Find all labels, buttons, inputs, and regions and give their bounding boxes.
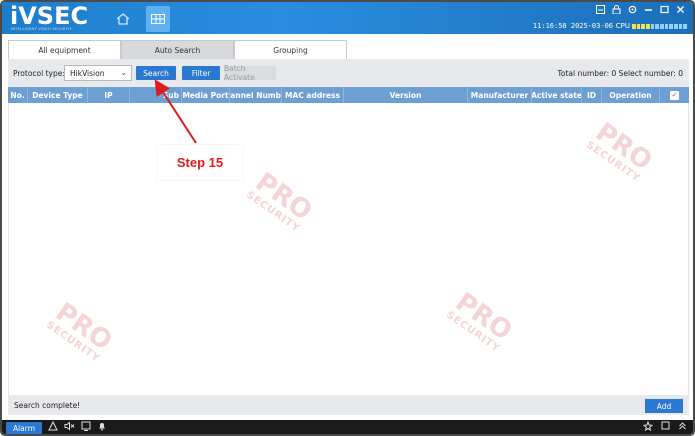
search-button[interactable]: Search [136, 66, 176, 80]
bottom-icons [48, 420, 107, 434]
home-icon[interactable] [112, 8, 134, 30]
cpu-bar-segment [636, 24, 641, 29]
add-button[interactable]: Add [645, 399, 683, 413]
app-window: iVSEC INTELLIGENT VIDEO SECURITY 11:16:5… [0, 0, 695, 436]
col-manufacturer[interactable]: Manufacturer [468, 87, 532, 103]
warning-icon[interactable] [48, 420, 58, 434]
protocol-type-label: Protocol type: [13, 69, 65, 78]
bell-icon[interactable] [97, 421, 107, 434]
total-select-counts: Total number: 0 Select number: 0 [557, 69, 683, 78]
alarm-button[interactable]: Alarm [6, 422, 42, 434]
col-id[interactable]: ID [582, 87, 602, 103]
col-ip[interactable]: IP [88, 87, 130, 103]
col-version[interactable]: Version [344, 87, 468, 103]
select-all-checkbox[interactable]: ✓ [670, 90, 679, 100]
filter-button[interactable]: Filter [182, 66, 220, 80]
watermark: PRO SECURITY [444, 287, 518, 355]
select-all-cell: ✓ [660, 87, 689, 103]
watermark: PRO SECURITY [244, 167, 318, 235]
tab-bar: All equipment Auto Search Grouping [8, 40, 347, 59]
batch-activate-button[interactable]: Batch Activate [224, 64, 276, 82]
col-device-type[interactable]: Device Type [28, 87, 88, 103]
settings-icon[interactable] [628, 5, 637, 17]
save-icon[interactable] [596, 5, 605, 17]
cpu-bar-segment [678, 24, 683, 29]
col-no[interactable]: No. [8, 87, 28, 103]
watermark: PRO SECURITY [44, 297, 118, 365]
cpu-bar-segment [632, 24, 636, 29]
device-table-body: PRO SECURITY PRO SECURITY PRO SECURITY P… [8, 103, 689, 395]
status-message: Search complete! [14, 401, 81, 410]
watermark: PRO SECURITY [584, 117, 658, 185]
status-bar: Search complete! Add [8, 395, 689, 415]
title-bar: iVSEC INTELLIGENT VIDEO SECURITY 11:16:5… [2, 2, 693, 34]
cpu-label: CPU [615, 22, 630, 30]
cpu-bar-segment [674, 24, 678, 29]
pin-icon[interactable] [642, 420, 654, 434]
clock-readout: 11:16:58 2025-03-06 [532, 22, 613, 30]
restore-icon[interactable] [661, 421, 670, 434]
screen-icon[interactable] [81, 421, 91, 434]
cpu-bar-segment [646, 24, 650, 29]
app-logo: iVSEC [10, 2, 89, 30]
col-channel-number[interactable]: Channel Numb [230, 87, 282, 103]
col-operation[interactable]: Operation [602, 87, 660, 103]
tab-all-equipment[interactable]: All equipment [8, 40, 121, 59]
tab-auto-search[interactable]: Auto Search [121, 40, 234, 59]
cpu-bar-segment [641, 24, 646, 29]
col-sub[interactable]: Sub [130, 87, 182, 103]
mute-icon[interactable] [64, 421, 75, 434]
grid-icon[interactable] [146, 6, 170, 32]
cpu-bar-segment [660, 24, 664, 29]
app-logo-subtitle: INTELLIGENT VIDEO SECURITY [11, 27, 72, 31]
col-media-port[interactable]: Media Port [182, 87, 230, 103]
bottom-right-icons [642, 420, 687, 434]
cpu-bar-segment [669, 24, 674, 29]
step-annotation-label: Step 15 [157, 145, 243, 180]
cpu-bar-segment [655, 24, 660, 29]
search-toolbar: Protocol type: HikVision ⌄ Search Filter… [8, 59, 689, 87]
lock-icon[interactable] [612, 5, 621, 17]
device-table-header: No. Device Type IP Sub Media Port Channe… [8, 87, 689, 103]
protocol-type-value: HikVision [70, 69, 105, 78]
col-mac-address[interactable]: MAC address [282, 87, 344, 103]
maximize-icon[interactable] [660, 5, 669, 17]
bottom-bar: Alarm [2, 420, 693, 434]
cpu-bar-segment [683, 24, 688, 29]
tab-grouping[interactable]: Grouping [234, 40, 347, 59]
minimize-icon[interactable] [644, 5, 653, 17]
protocol-type-select[interactable]: HikVision ⌄ [64, 65, 132, 81]
cpu-usage-bar [632, 24, 688, 29]
cpu-bar-segment [650, 24, 655, 29]
chevron-down-icon: ⌄ [120, 68, 127, 77]
close-icon[interactable] [676, 5, 685, 17]
col-active-state[interactable]: Active state [532, 87, 582, 103]
cpu-bar-segment [664, 24, 669, 29]
window-controls [596, 5, 685, 17]
chevron-up-icon[interactable] [678, 421, 687, 434]
